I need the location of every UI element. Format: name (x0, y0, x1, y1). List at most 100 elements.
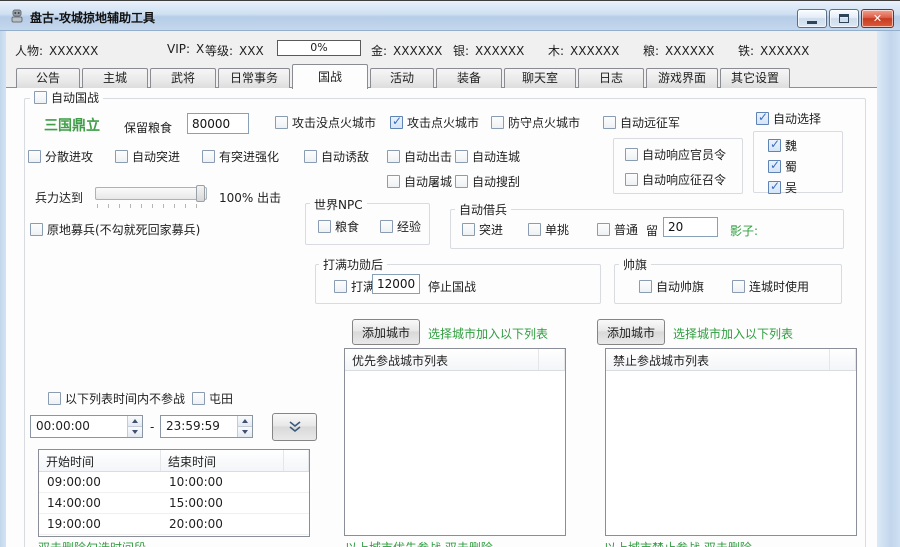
local-recruit-checkbox[interactable]: 原地募兵(不勾就死回家募兵) (30, 221, 200, 238)
tab-main-city[interactable]: 主城 (82, 68, 148, 88)
table-row[interactable]: 14:00:00 15:00:00 (39, 493, 309, 514)
schedule-table[interactable]: 开始时间 结束时间 09:00:00 10:00:00 14:00:00 15:… (38, 449, 310, 537)
priority-list-body[interactable] (345, 371, 565, 535)
status-iron: 铁:XXXXXX (738, 42, 809, 59)
auto-rush-checkbox[interactable]: 自动突进 (115, 148, 180, 165)
priority-city-list[interactable]: 优先参战城市列表 (344, 348, 566, 536)
faction-wu-checkbox[interactable]: 吴 (768, 179, 797, 196)
checkbox-box (390, 116, 403, 129)
list-extra-column[interactable] (539, 349, 565, 370)
checkbox-box (387, 150, 400, 163)
spin-up-button[interactable] (128, 416, 142, 426)
checkbox-box (528, 223, 541, 236)
auto-war-checkbox[interactable]: 自动国战 (30, 89, 103, 106)
title-bar: 盘古-攻城掠地辅助工具 (0, 1, 900, 31)
checkbox-box (768, 181, 781, 194)
auto-slaughter-checkbox[interactable]: 自动屠城 (387, 173, 452, 190)
minimize-button[interactable] (797, 9, 827, 28)
tab-announcement[interactable]: 公告 (16, 68, 80, 88)
maximize-button[interactable] (829, 9, 859, 28)
borrow-duel-checkbox[interactable]: 单挑 (528, 221, 569, 238)
status-level: 等级:XXX (205, 42, 264, 59)
tab-generals[interactable]: 武将 (150, 68, 216, 88)
checkbox-box (455, 150, 468, 163)
checkbox-box (455, 175, 468, 188)
tab-national-war[interactable]: 国战 (292, 64, 368, 89)
borrow-normal-checkbox[interactable]: 普通 (597, 221, 638, 238)
spin-up-button[interactable] (238, 416, 252, 426)
troops-suffix-label: 100% 出击 (219, 189, 281, 206)
keep-grain-input[interactable] (187, 113, 249, 134)
borrow-rush-checkbox[interactable]: 突进 (462, 221, 503, 238)
attack-lit-city-checkbox[interactable]: 攻击点火城市 (390, 114, 479, 131)
ban-list-body[interactable] (606, 371, 856, 535)
auto-war-label: 自动国战 (51, 89, 99, 106)
tuntian-checkbox[interactable]: 屯田 (192, 390, 233, 407)
tab-daily-tasks[interactable]: 日常事务 (218, 68, 290, 88)
auto-loot-checkbox[interactable]: 自动搜刮 (455, 173, 520, 190)
ban-city-list[interactable]: 禁止参战城市列表 (605, 348, 857, 536)
add-priority-city-button[interactable]: 添加城市 (352, 319, 420, 345)
troops-slider[interactable] (95, 187, 207, 200)
auto-expedition-checkbox[interactable]: 自动远征军 (603, 114, 680, 131)
auto-flag-checkbox[interactable]: 自动帅旗 (639, 278, 704, 295)
auto-chain-checkbox[interactable]: 自动连城 (455, 148, 520, 165)
list-extra-column[interactable] (830, 349, 856, 370)
merit-full-checkbox[interactable]: 打满 (334, 278, 375, 295)
ban-list-header[interactable]: 禁止参战城市列表 (606, 349, 856, 371)
ban-footer-hint: 以上城市禁止参战,双击删除 (604, 539, 752, 547)
priority-list-header[interactable]: 优先参战城市列表 (345, 349, 565, 371)
auto-lure-checkbox[interactable]: 自动诱敌 (304, 148, 369, 165)
scatter-attack-checkbox[interactable]: 分散进攻 (28, 148, 93, 165)
spin-down-button[interactable] (238, 426, 252, 437)
checkbox-box (387, 175, 400, 188)
time-from-field[interactable]: 00:00:00 (30, 415, 143, 438)
npc-exp-checkbox[interactable]: 经验 (380, 218, 421, 235)
tab-log[interactable]: 日志 (578, 68, 644, 88)
rush-enhanced-checkbox[interactable]: 有突进强化 (202, 148, 279, 165)
table-row[interactable]: 19:00:00 20:00:00 (39, 514, 309, 535)
checkbox-box (756, 112, 769, 125)
faction-groupbox (753, 131, 843, 193)
schedule-header[interactable]: 开始时间 结束时间 (39, 450, 309, 472)
respond-summon-checkbox[interactable]: 自动响应征召令 (625, 171, 726, 188)
close-button[interactable] (861, 9, 894, 28)
add-ban-city-button[interactable]: 添加城市 (597, 319, 665, 345)
no-join-in-time-checkbox[interactable]: 以下列表时间内不参战 (48, 390, 185, 407)
npc-grain-checkbox[interactable]: 粮食 (318, 218, 359, 235)
table-row[interactable]: 09:00:00 10:00:00 (39, 472, 309, 493)
status-gold: 金:XXXXXX (371, 42, 442, 59)
merit-group-title: 打满功勋后 (319, 256, 387, 273)
window-frame-right (877, 31, 900, 547)
slider-handle[interactable] (196, 185, 205, 202)
status-silver: 银:XXXXXX (453, 42, 524, 59)
auto-attack-checkbox[interactable]: 自动出击 (387, 148, 452, 165)
borrow-keep-label: 留 (646, 222, 658, 239)
defend-lit-city-checkbox[interactable]: 防守点火城市 (491, 114, 580, 131)
tab-activities[interactable]: 活动 (370, 68, 434, 88)
list-extra-column[interactable] (284, 450, 309, 471)
arrow-up-icon (242, 419, 248, 423)
tab-game-ui[interactable]: 游戏界面 (646, 68, 718, 88)
merit-input[interactable] (372, 274, 420, 294)
flag-on-chain-checkbox[interactable]: 连城时使用 (732, 278, 809, 295)
tab-other-settings[interactable]: 其它设置 (720, 68, 790, 88)
faction-shu-checkbox[interactable]: 蜀 (768, 158, 797, 175)
borrow-keep-input[interactable] (663, 217, 718, 237)
checkbox-box (768, 139, 781, 152)
attack-unlit-city-checkbox[interactable]: 攻击没点火城市 (275, 114, 376, 131)
tab-equipment[interactable]: 装备 (436, 68, 502, 88)
auto-select-checkbox[interactable]: 自动选择 (756, 110, 821, 127)
checkbox-box (202, 150, 215, 163)
spin-down-button[interactable] (128, 426, 142, 437)
time-to-field[interactable]: 23:59:59 (160, 415, 253, 438)
add-time-button[interactable] (272, 413, 317, 441)
app-window: 盘古-攻城掠地辅助工具 人物:XXXXXX VIP:X 等级:XXX 0% 金:… (0, 0, 900, 547)
respond-officer-checkbox[interactable]: 自动响应官员令 (625, 146, 726, 163)
checkbox-box (334, 280, 347, 293)
level-progress-bar: 0% (277, 40, 361, 56)
arrow-down-icon (242, 430, 248, 434)
faction-wei-checkbox[interactable]: 魏 (768, 137, 797, 154)
merit-suffix-label: 停止国战 (428, 278, 476, 295)
tab-chatroom[interactable]: 聊天室 (504, 68, 576, 88)
